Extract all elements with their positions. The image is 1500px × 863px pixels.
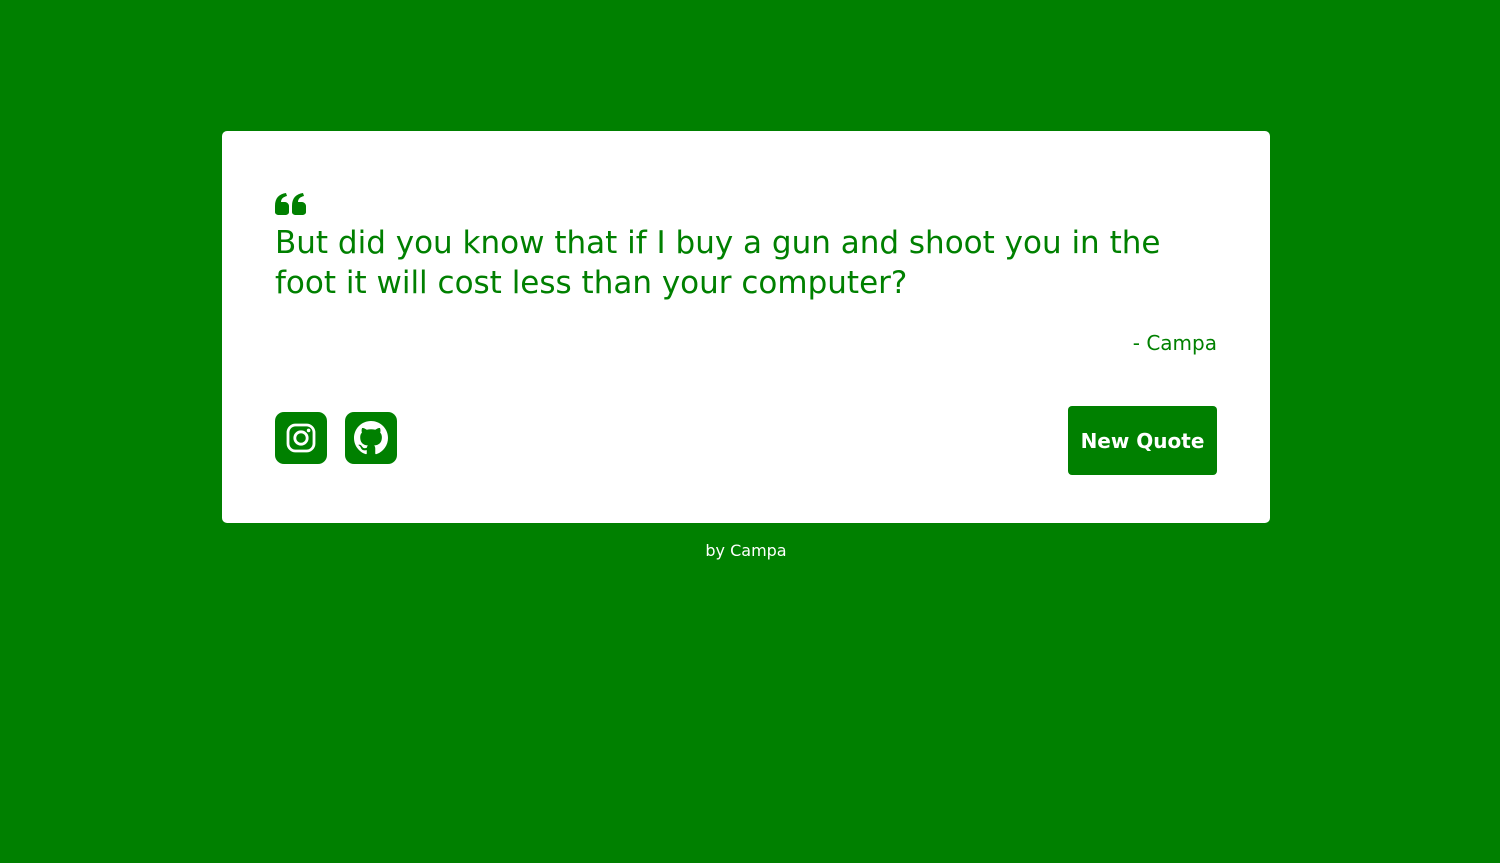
instagram-icon: [286, 423, 316, 453]
page: { "theme": { "background": "#008000", "c…: [0, 0, 1500, 863]
quote-text: But did you know that if I buy a gun and…: [275, 225, 1161, 301]
quote-left-icon: [275, 193, 306, 215]
quote-author: - Campa: [1132, 331, 1217, 355]
quote-card: But did you know that if I buy a gun and…: [222, 131, 1270, 523]
footer-credit: by Campa: [705, 541, 787, 560]
github-button[interactable]: [345, 412, 397, 464]
new-quote-button[interactable]: New Quote: [1068, 406, 1217, 475]
github-icon: [354, 421, 388, 455]
instagram-button[interactable]: [275, 412, 327, 464]
